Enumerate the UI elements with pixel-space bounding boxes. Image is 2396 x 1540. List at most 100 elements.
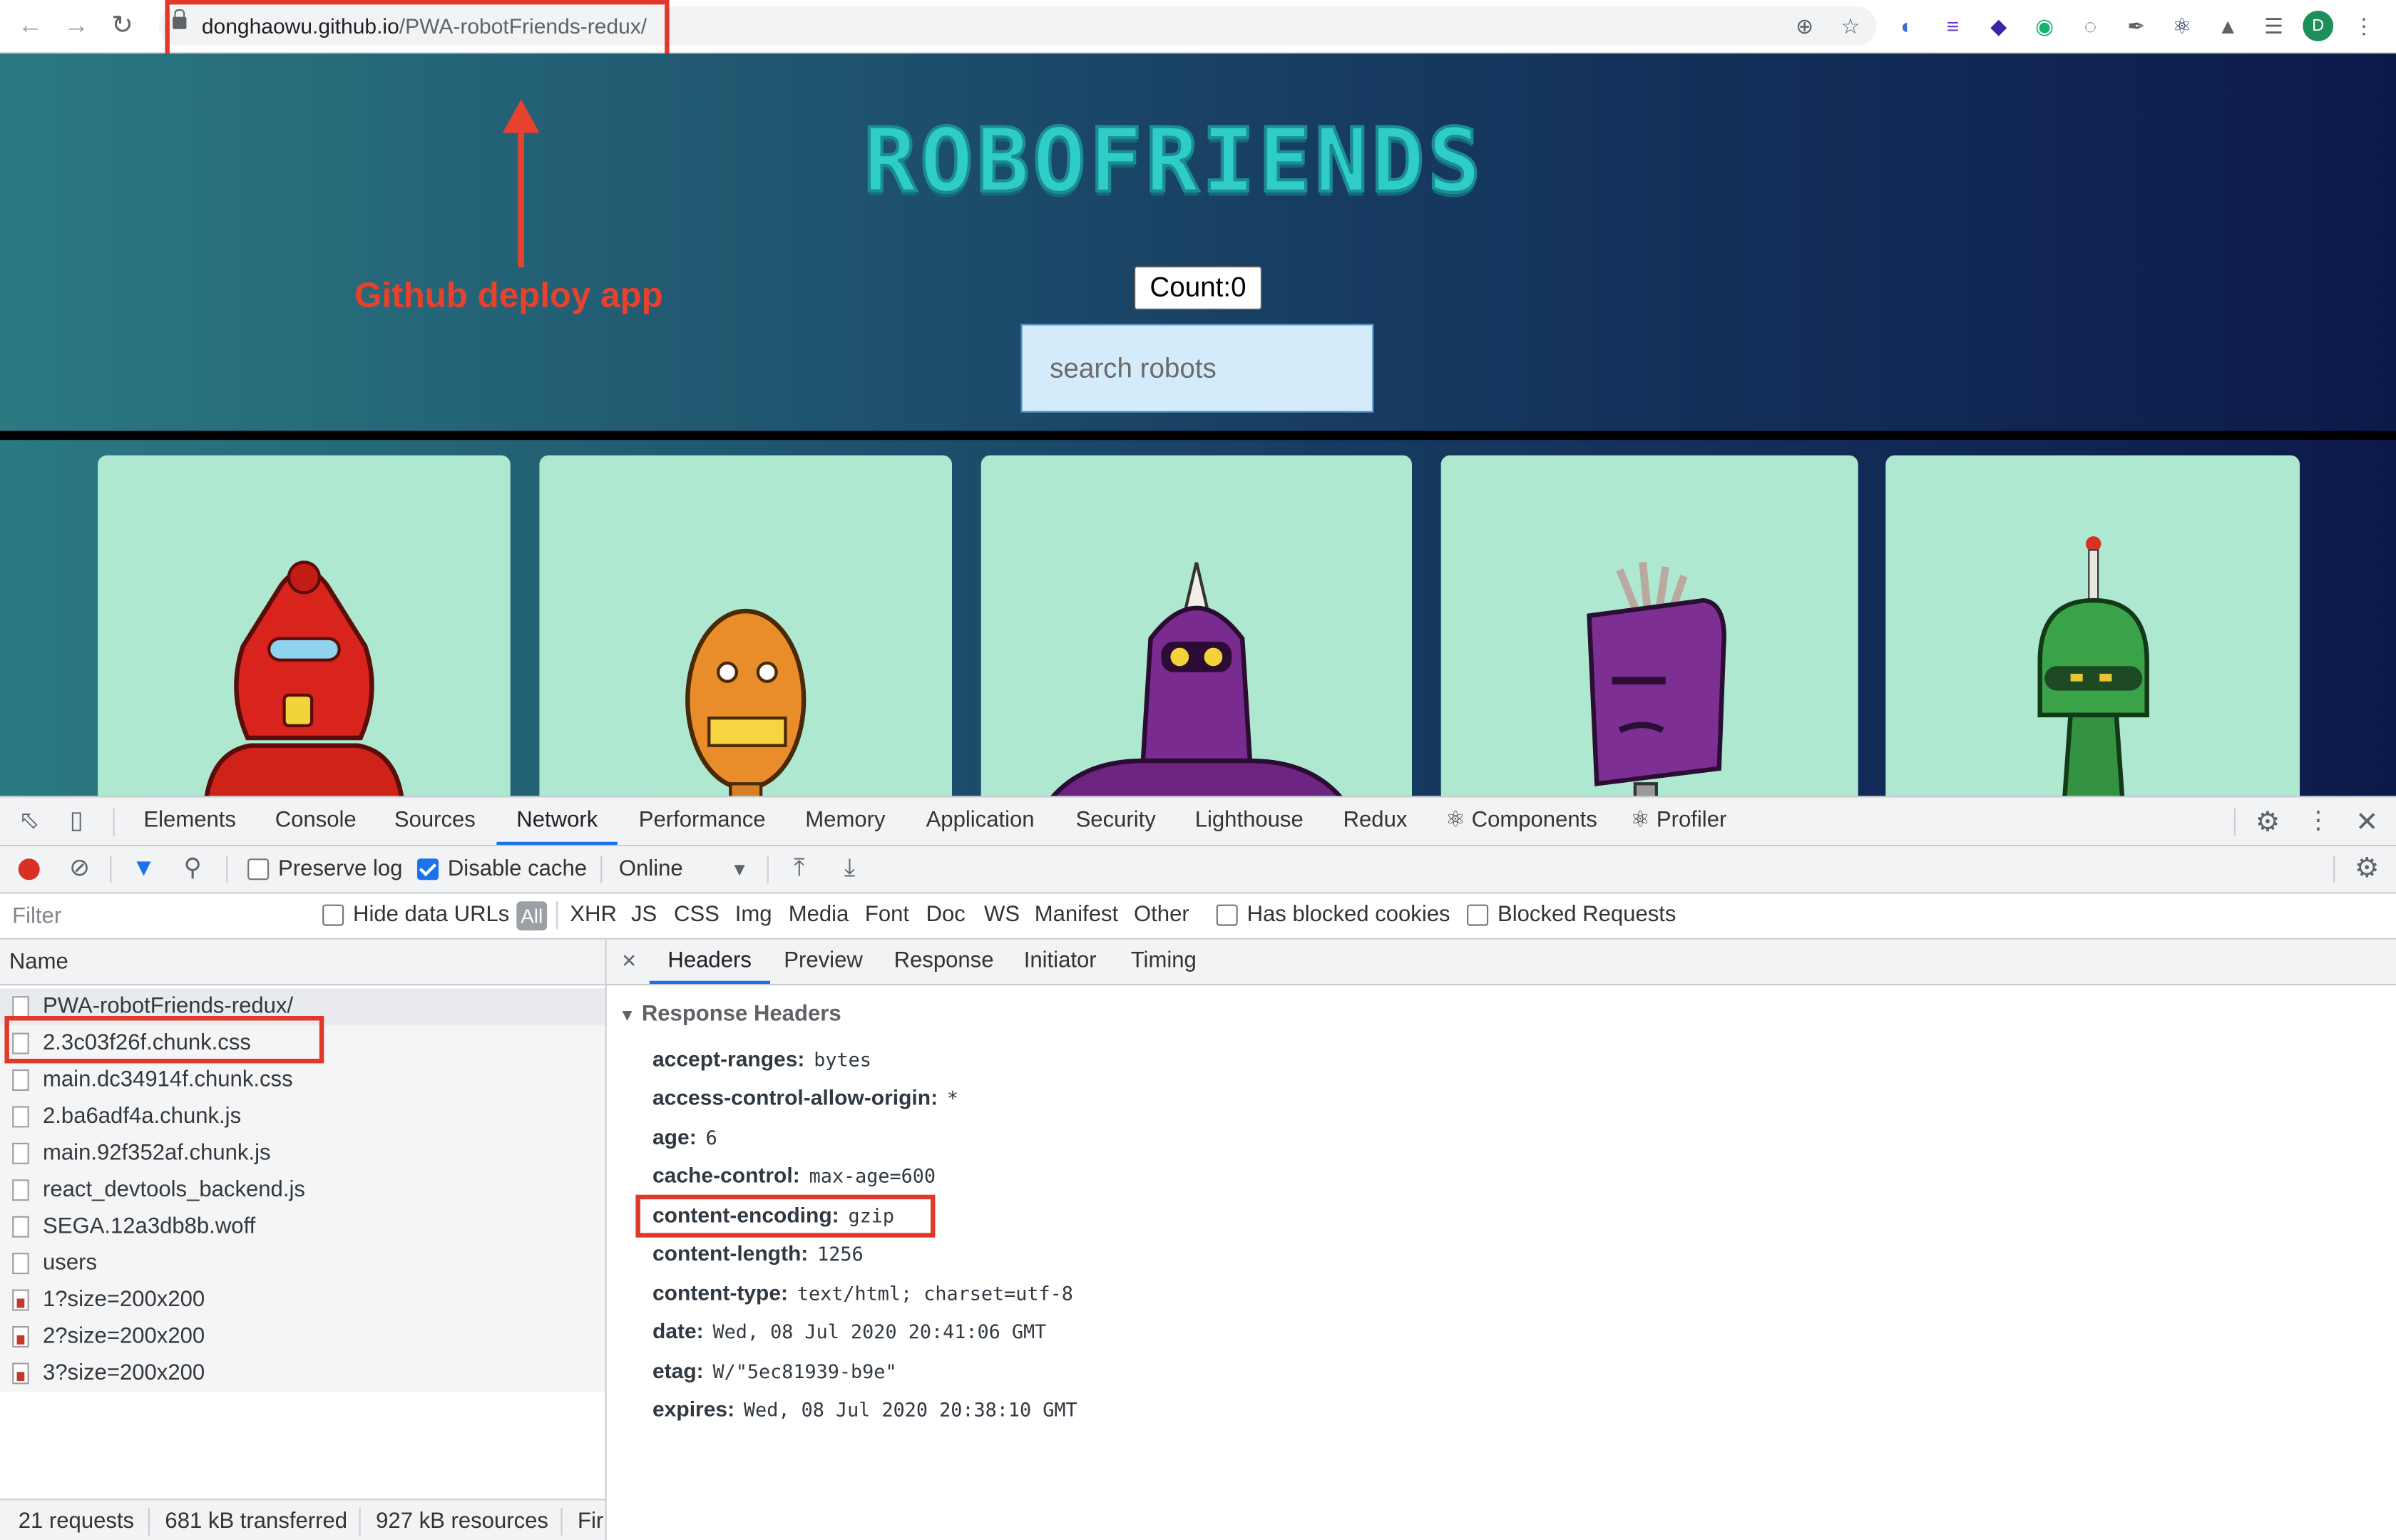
blocked-requests-label: Blocked Requests — [1498, 903, 1676, 928]
extension-diamond-icon[interactable]: ◆ — [1983, 11, 2014, 41]
header-line: date: Wed, 08 Jul 2020 20:41:06 GMT — [652, 1318, 1046, 1343]
profile-avatar[interactable]: D — [2303, 11, 2334, 41]
header-key: date: — [652, 1318, 704, 1343]
tab-network[interactable]: Network — [496, 798, 618, 845]
filter-manifest[interactable]: Manifest — [1035, 903, 1118, 927]
extension-edge-icon[interactable]: ◐ — [1892, 11, 1923, 41]
tab-initiator[interactable]: Initiator — [1024, 940, 1097, 984]
request-highlight-box — [4, 1016, 324, 1064]
zoom-plus-icon[interactable]: ⊕ — [1789, 11, 1820, 41]
record-icon[interactable] — [18, 858, 40, 881]
hide-data-urls-checkbox[interactable] — [322, 904, 344, 926]
annotation-arrow-shaft — [518, 130, 524, 267]
robot-card[interactable] — [1440, 455, 1858, 796]
network-settings-gear-icon[interactable]: ⚙ — [2352, 853, 2382, 883]
filter-xhr[interactable]: XHR — [570, 903, 617, 927]
tab-profiler[interactable]: ⚛ Profiler — [1630, 798, 1726, 845]
filter-doc[interactable]: Doc — [926, 903, 966, 927]
request-row[interactable]: 1?size=200x200 — [0, 1281, 605, 1319]
screenshot-root: ← → ↻ donghaowu.github.io/PWA-robotFrien… — [0, 0, 2396, 1540]
chevron-down-icon[interactable]: ▼ — [725, 854, 755, 885]
filter-media[interactable]: Media — [789, 903, 849, 927]
back-arrow-icon[interactable]: ← — [14, 9, 47, 43]
has-blocked-cookies-checkbox[interactable] — [1216, 904, 1238, 926]
import-har-icon[interactable]: ⤒ — [784, 854, 814, 885]
filter-img[interactable]: Img — [735, 903, 772, 927]
robot-card[interactable] — [539, 455, 952, 796]
grammarly-icon[interactable]: ◉ — [2029, 11, 2060, 41]
settings-gear-icon[interactable]: ⚙ — [2253, 806, 2283, 837]
tab-headers[interactable]: Headers — [649, 940, 770, 984]
response-headers-section[interactable]: ▼ Response Headers — [619, 1002, 841, 1027]
export-har-icon[interactable]: ⤓ — [834, 854, 865, 885]
preserve-log-checkbox[interactable] — [247, 858, 270, 881]
header-value: bytes — [814, 1048, 871, 1072]
request-row[interactable]: main.92f352af.chunk.js — [0, 1135, 605, 1172]
tab-response[interactable]: Response — [894, 940, 994, 984]
filter-all[interactable]: All — [516, 901, 548, 930]
throttling-select[interactable]: Online — [619, 857, 683, 881]
tab-elements[interactable]: Elements — [143, 798, 236, 845]
tab-application[interactable]: Application — [926, 798, 1035, 845]
tab-performance[interactable]: Performance — [639, 798, 766, 845]
filter-input[interactable]: Filter — [12, 905, 61, 929]
tab-preview[interactable]: Preview — [784, 940, 863, 984]
bookmark-star-icon[interactable]: ☆ — [1836, 11, 1866, 41]
reading-list-icon[interactable]: ☰ — [2258, 11, 2289, 41]
robot-card[interactable] — [98, 455, 511, 796]
filter-css[interactable]: CSS — [674, 903, 720, 927]
image-file-icon — [12, 1326, 29, 1348]
tab-timing[interactable]: Timing — [1131, 940, 1197, 984]
divider — [556, 901, 558, 929]
device-toolbar-icon[interactable]: ▯ — [61, 806, 92, 837]
header-line: expires: Wed, 08 Jul 2020 20:38:10 GMT — [652, 1397, 1077, 1421]
divider — [600, 856, 603, 883]
more-options-icon[interactable]: ⋮ — [2303, 806, 2333, 837]
disable-cache-checkbox[interactable] — [417, 858, 439, 881]
request-row[interactable]: 2?size=200x200 — [0, 1318, 605, 1355]
request-name: react_devtools_backend.js — [43, 1178, 305, 1203]
search-robots-input[interactable]: search robots — [1020, 324, 1374, 413]
filter-ws[interactable]: WS — [984, 903, 1020, 927]
chrome-menu-icon[interactable]: ⋮ — [2349, 11, 2380, 41]
robot-card[interactable] — [981, 455, 1412, 796]
blocked-requests-checkbox[interactable] — [1467, 904, 1489, 926]
card-area-border — [0, 431, 2396, 441]
eyedropper-icon[interactable]: ✒ — [2121, 11, 2151, 41]
tab-redux[interactable]: Redux — [1343, 798, 1408, 845]
react-devtools-icon[interactable]: ⚛ — [2167, 11, 2198, 41]
extension-ring-icon[interactable]: ◌ — [2075, 11, 2106, 41]
disable-cache-label: Disable cache — [447, 857, 588, 882]
filter-other[interactable]: Other — [1134, 903, 1189, 927]
tab-lighthouse[interactable]: Lighthouse — [1195, 798, 1304, 845]
tab-security[interactable]: Security — [1076, 798, 1156, 845]
inspect-element-icon[interactable]: ⬁ — [14, 806, 44, 837]
request-name: users — [43, 1251, 98, 1276]
tab-components[interactable]: ⚛ Components — [1445, 798, 1597, 845]
count-button[interactable]: Count:0 — [1134, 265, 1262, 310]
request-row[interactable]: 2.ba6adf4a.chunk.js — [0, 1098, 605, 1136]
extensions-puzzle-icon[interactable]: ▲ — [2213, 11, 2243, 41]
tab-console[interactable]: Console — [275, 798, 357, 845]
header-line: content-length: 1256 — [652, 1241, 864, 1265]
filter-js[interactable]: JS — [631, 903, 657, 927]
forward-arrow-icon[interactable]: → — [60, 9, 93, 43]
close-detail-icon[interactable]: × — [622, 940, 636, 984]
tab-sources[interactable]: Sources — [394, 798, 476, 845]
filter-font[interactable]: Font — [865, 903, 909, 927]
request-row[interactable]: 3?size=200x200 — [0, 1355, 605, 1392]
reload-icon[interactable]: ↻ — [106, 9, 139, 43]
request-row[interactable]: main.dc34914f.chunk.css — [0, 1062, 605, 1099]
clear-icon[interactable]: ⊘ — [64, 854, 95, 885]
extension-lines-icon[interactable]: ≡ — [1937, 11, 1968, 41]
request-row[interactable]: react_devtools_backend.js — [0, 1171, 605, 1208]
search-icon[interactable]: ⚲ — [178, 854, 208, 885]
robot-card[interactable] — [1885, 455, 2300, 796]
filter-funnel-icon[interactable]: ▼ — [128, 854, 159, 885]
close-devtools-icon[interactable]: ✕ — [2352, 806, 2382, 837]
request-name: SEGA.12a3db8b.woff — [43, 1214, 256, 1239]
request-row[interactable]: SEGA.12a3db8b.woff — [0, 1208, 605, 1246]
name-column-header[interactable]: Name — [0, 939, 605, 986]
tab-memory[interactable]: Memory — [805, 798, 885, 845]
request-row[interactable]: users — [0, 1245, 605, 1282]
